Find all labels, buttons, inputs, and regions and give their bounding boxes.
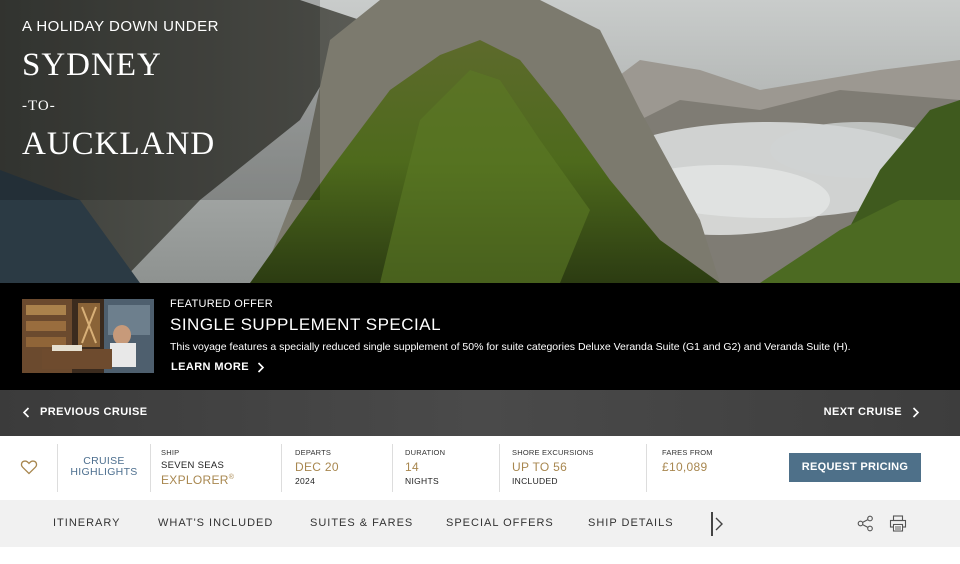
tab-whats-included[interactable]: WHAT'S INCLUDED	[158, 517, 273, 529]
departs-year: 2024	[295, 476, 316, 486]
tabs-separator	[711, 512, 713, 536]
cruise-summary-bar: CRUISE HIGHLIGHTS SHIP SEVEN SEAS EXPLOR…	[0, 436, 960, 500]
offer-description: This voyage features a specially reduced…	[170, 341, 851, 353]
excursions-value: UP TO 56	[512, 460, 568, 474]
ship-label: SHIP	[161, 448, 180, 457]
divider	[57, 444, 58, 492]
departs-value: DEC 20	[295, 460, 339, 474]
request-pricing-button[interactable]: REQUEST PRICING	[789, 453, 921, 482]
excursions-label: SHORE EXCURSIONS	[512, 448, 594, 457]
hero-destination: AUCKLAND	[22, 126, 216, 162]
excursions-sub: INCLUDED	[512, 476, 558, 486]
offer-kicker: FEATURED OFFER	[170, 298, 273, 310]
previous-cruise-label: PREVIOUS CRUISE	[40, 406, 148, 418]
heart-icon[interactable]	[20, 458, 38, 476]
tab-itinerary[interactable]: ITINERARY	[53, 517, 120, 529]
ship-name-line-1: SEVEN SEAS	[161, 460, 225, 471]
divider	[150, 444, 151, 492]
duration-info: DURATION 14 NIGHTS	[405, 448, 445, 486]
duration-label: DURATION	[405, 448, 446, 457]
divider	[392, 444, 393, 492]
registered-mark: ®	[228, 474, 235, 481]
print-icon[interactable]	[889, 515, 907, 532]
tab-suites-fares[interactable]: SUITES & FARES	[310, 517, 413, 529]
section-tabs: ITINERARY WHAT'S INCLUDED SUITES & FARES…	[0, 500, 960, 547]
chevron-right-icon	[257, 361, 265, 373]
departs-info: DEPARTS DEC 20 2024	[295, 448, 339, 486]
featured-offer-banner: FEATURED OFFER SINGLE SUPPLEMENT SPECIAL…	[0, 283, 960, 390]
hero-title-block: A HOLIDAY DOWN UNDER SYDNEY -TO- AUCKLAN…	[22, 18, 219, 161]
fares-label: FARES FROM	[662, 448, 713, 457]
hero-connector: -TO-	[22, 98, 56, 114]
chevron-right-icon[interactable]	[714, 516, 724, 532]
learn-more-link[interactable]: LEARN MORE	[171, 361, 265, 373]
duration-value: 14	[405, 460, 419, 474]
offer-title: SINGLE SUPPLEMENT SPECIAL	[170, 315, 442, 334]
offer-image	[22, 299, 154, 373]
ship-info: SHIP SEVEN SEAS EXPLORER®	[161, 448, 234, 487]
fares-info: FARES FROM £10,089	[662, 448, 713, 474]
next-cruise-label: NEXT CRUISE	[823, 406, 902, 418]
fares-value: £10,089	[662, 460, 708, 474]
divider	[281, 444, 282, 492]
learn-more-label: LEARN MORE	[171, 361, 249, 373]
shore-excursions-info: SHORE EXCURSIONS UP TO 56 INCLUDED	[512, 448, 594, 486]
divider	[499, 444, 500, 492]
cruise-highlights-link[interactable]: CRUISE HIGHLIGHTS	[66, 456, 142, 478]
chevron-left-icon	[22, 406, 30, 418]
tab-ship-details[interactable]: SHIP DETAILS	[588, 517, 674, 529]
tab-special-offers[interactable]: SPECIAL OFFERS	[446, 517, 554, 529]
hero-origin: SYDNEY	[22, 47, 162, 83]
cruise-pager: PREVIOUS CRUISE NEXT CRUISE	[0, 390, 960, 436]
previous-cruise-link[interactable]: PREVIOUS CRUISE	[22, 406, 147, 418]
divider	[646, 444, 647, 492]
hero-kicker: A HOLIDAY DOWN UNDER	[22, 18, 219, 35]
duration-unit: NIGHTS	[405, 476, 439, 486]
hero-banner: A HOLIDAY DOWN UNDER SYDNEY -TO- AUCKLAN…	[0, 0, 960, 283]
highlights-line-2: HIGHLIGHTS	[70, 466, 138, 478]
share-icon[interactable]	[857, 515, 874, 532]
next-cruise-link[interactable]: NEXT CRUISE	[824, 406, 920, 418]
chevron-right-icon	[912, 406, 920, 418]
departs-label: DEPARTS	[295, 448, 332, 457]
ship-name-line-2: EXPLORER®	[161, 473, 235, 487]
